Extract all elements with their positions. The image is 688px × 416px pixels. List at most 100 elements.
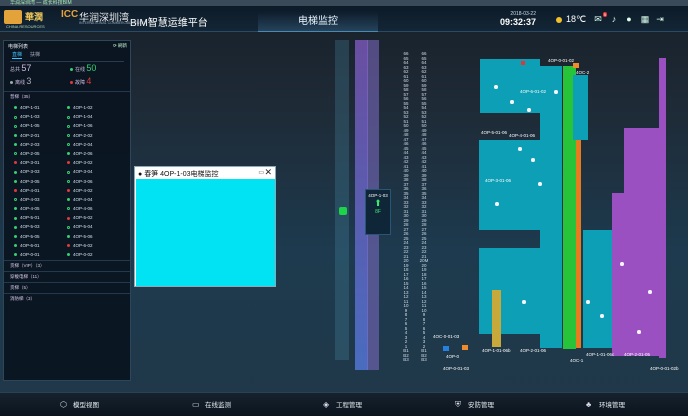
elevator-item[interactable]: 4OP-1-02	[67, 103, 120, 112]
group-freight[interactable]: 货梯（5）	[4, 282, 130, 293]
elevator-item[interactable]: 4OP-3-06	[67, 177, 120, 186]
elevator-item[interactable]: 4OP-0-01	[14, 250, 67, 259]
elevator-name: 4OP-4-03	[20, 196, 40, 202]
elevator-item[interactable]: 4OP-5-06	[67, 232, 120, 241]
status-dot-icon	[14, 189, 17, 192]
elevator-item[interactable]: 4OP-3-04	[67, 167, 120, 176]
tab-escalator[interactable]: 扶梯	[30, 51, 40, 59]
elevator-dot[interactable]	[510, 100, 514, 104]
elevator-item[interactable]: 4OP-5-03	[14, 222, 67, 231]
elevator-dot[interactable]	[600, 314, 604, 318]
nav-engineering[interactable]: ◈ 工程管理	[323, 399, 362, 409]
exit-icon[interactable]: ⇥	[655, 15, 665, 24]
elevator-item[interactable]: 4OP-1-03	[14, 112, 67, 121]
elevator-item[interactable]: 4OP-2-05	[14, 149, 67, 158]
nav-security[interactable]: ⛨ 安防管理	[455, 399, 494, 409]
refresh-button[interactable]: ⟳ 刷新	[113, 43, 127, 49]
elevator-item[interactable]: 4OP-4-01	[14, 186, 67, 195]
elevator-item[interactable]: 4OP-3-02	[67, 158, 120, 167]
tower-block-top[interactable]	[480, 59, 540, 113]
elevator-car[interactable]	[339, 207, 347, 215]
shaft-orange[interactable]	[576, 133, 581, 348]
nav-environment[interactable]: ♣ 环境管理	[586, 399, 625, 409]
elevator-item[interactable]: 4OP-2-03	[14, 140, 67, 149]
elevator-item[interactable]: 4OP-2-06	[67, 149, 120, 158]
elevator-dot[interactable]	[522, 300, 526, 304]
tower-block-low[interactable]	[479, 248, 541, 334]
status-dot-icon	[67, 161, 70, 165]
elevator-item[interactable]: 4OP-4-04	[67, 195, 120, 204]
elevator-dot[interactable]	[518, 147, 522, 151]
elevator-item[interactable]: 4OP-1-04	[67, 112, 120, 121]
elevator-dot[interactable]	[494, 85, 498, 89]
info-marker[interactable]	[443, 346, 449, 351]
elevator-item[interactable]: 4OP-5-05	[14, 232, 67, 241]
elevator-dot[interactable]	[527, 108, 531, 112]
nav-online-monitor[interactable]: ▭ 在线监测	[192, 399, 231, 409]
elevator-name: 4OP-2-06	[73, 150, 93, 156]
elevator-dot[interactable]	[648, 290, 652, 294]
elevator-item[interactable]: 4OP-5-02	[67, 213, 120, 222]
elevator-item[interactable]: 4OP-1-05	[14, 121, 67, 130]
icc-logo: ICC	[61, 9, 79, 20]
bell-icon[interactable]: ♪	[609, 15, 619, 24]
elevator-item[interactable]: 4OP-4-05	[14, 204, 67, 213]
elevator-item[interactable]: 4OP-1-01	[14, 103, 67, 112]
elevator-item[interactable]: 4OP-2-01	[14, 131, 67, 140]
group-shuttle[interactable]: 穿梭电梯（11）	[4, 271, 130, 282]
elevator-item[interactable]: 4OP-5-04	[67, 222, 120, 231]
elevator-name: 4OP-1-03	[20, 114, 40, 120]
tower-block-lower-right[interactable]	[583, 230, 613, 348]
status-dot-icon	[67, 133, 70, 137]
elevator-item[interactable]: 4OP-5-01	[14, 213, 67, 222]
message-icon[interactable]: ✉ 5	[593, 12, 607, 24]
stats-summary: 总共 57 在线 50 离线 3 故障 4	[10, 61, 124, 89]
nav-model-view[interactable]: ⬡ 模型视图	[60, 399, 99, 409]
elevator-name: 4OP-5-06	[73, 233, 93, 239]
elevator-item[interactable]: 4OP-3-05	[14, 177, 67, 186]
group-fire[interactable]: 消防梯（3）	[4, 293, 130, 304]
warning-marker[interactable]	[573, 63, 579, 68]
elevator-item[interactable]: 4OP-6-02	[67, 241, 120, 250]
purple-spire[interactable]	[659, 58, 666, 358]
elevator-dot[interactable]	[554, 90, 558, 94]
elevator-dot[interactable]	[531, 158, 535, 162]
purple-step[interactable]	[612, 193, 626, 356]
block-label: 4OC-0-01-03	[433, 334, 460, 339]
elevator-dot[interactable]	[495, 202, 499, 206]
status-dot-icon	[67, 216, 70, 220]
elevator-dot[interactable]	[620, 262, 624, 266]
block-label: 4OP-0-01-02b	[650, 366, 679, 371]
tower-block-top-right[interactable]	[573, 75, 588, 140]
group-vip[interactable]: 货梯（VIP）（3）	[4, 260, 130, 271]
fault-marker[interactable]	[521, 61, 525, 65]
elevator-item[interactable]: 4OP-3-01	[14, 158, 67, 167]
elevator-item[interactable]: 4OP-3-03	[14, 167, 67, 176]
elevator-item[interactable]: 4OP-4-06	[67, 204, 120, 213]
warning-marker-low[interactable]	[462, 345, 468, 350]
highlight-shaft[interactable]	[492, 290, 501, 347]
panel-header: 电梯列表 ⟳ 刷新	[4, 41, 130, 51]
elevator-item[interactable]: 4OP-1-06	[67, 121, 120, 130]
status-dot-icon	[67, 207, 70, 211]
elevator-item[interactable]: 4OP-0-02	[67, 250, 120, 259]
group-regular[interactable]: 普梯（35）	[4, 91, 130, 102]
elevator-dot[interactable]	[538, 182, 542, 186]
tower-block-right[interactable]	[540, 66, 562, 348]
status-dot-icon	[67, 152, 70, 156]
tower-block-mid[interactable]	[479, 140, 541, 230]
elevator-item[interactable]: 4OP-2-04	[67, 140, 120, 149]
elevator-item[interactable]: 4OP-6-01	[14, 241, 67, 250]
elevator-monitor-popup: ● 春笋 4OP-1-03电梯监控 ▭ ✕	[134, 166, 276, 287]
elevator-dot[interactable]	[586, 300, 590, 304]
elevator-item[interactable]: 4OP-2-02	[67, 131, 120, 140]
elevator-dot[interactable]	[637, 330, 641, 334]
elevator-item[interactable]: 4OP-4-02	[67, 186, 120, 195]
close-icon[interactable]: ✕	[264, 167, 272, 178]
elevator-item[interactable]: 4OP-4-03	[14, 195, 67, 204]
minimize-icon[interactable]: ▭	[258, 169, 264, 176]
tab-vertical[interactable]: 直梯	[12, 51, 23, 59]
grid-icon[interactable]: ▦	[640, 15, 650, 24]
user-icon[interactable]: ●	[624, 15, 634, 24]
block-label: 4OP-4-01-06	[509, 133, 536, 138]
